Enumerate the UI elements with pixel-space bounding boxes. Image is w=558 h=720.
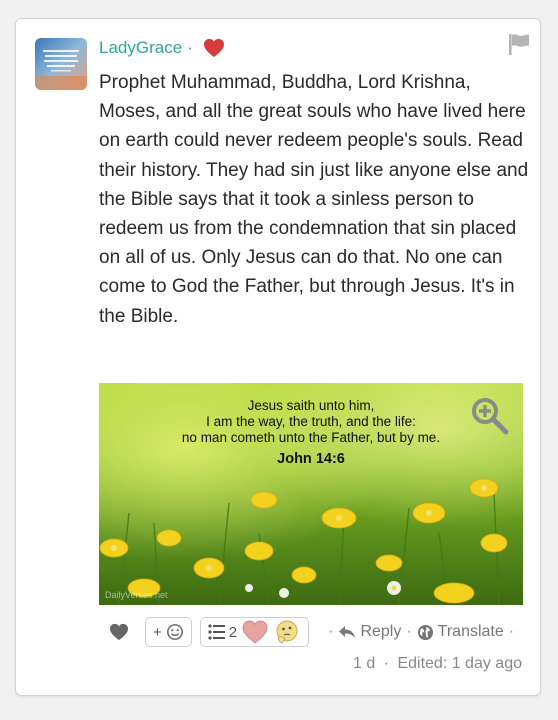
avatar[interactable] bbox=[35, 38, 87, 90]
image-verse-line-2: I am the way, the truth, and the life: bbox=[206, 414, 416, 429]
translate-label: Translate bbox=[437, 623, 504, 640]
separator-dot: · bbox=[406, 623, 412, 640]
post-meta: 1 d · Edited: 1 day ago bbox=[353, 655, 522, 673]
post-text: Prophet Muhammad, Buddha, Lord Krishna, … bbox=[99, 72, 529, 327]
smiley-icon bbox=[166, 624, 183, 640]
heart-outline-icon bbox=[110, 623, 128, 641]
add-reaction-button[interactable]: + bbox=[145, 617, 192, 647]
edited-label: Edited: 1 day ago bbox=[397, 655, 522, 672]
image-verse-line-3: no man cometh unto the Father, but by me… bbox=[181, 430, 441, 445]
author-row: LadyGrace · bbox=[99, 34, 225, 62]
image-verse-reference: John 14:6 bbox=[277, 451, 345, 467]
add-reaction-label: + bbox=[153, 623, 162, 641]
reactions-list-button[interactable]: 2 bbox=[199, 617, 310, 647]
reply-arrow-icon bbox=[339, 626, 356, 638]
flag-icon[interactable] bbox=[506, 31, 532, 62]
reply-label: Reply bbox=[360, 623, 402, 640]
thinking-emoji-icon bbox=[276, 620, 298, 644]
image-verse-line-1: Jesus saith unto him, bbox=[247, 398, 375, 413]
zoom-in-icon[interactable] bbox=[469, 395, 511, 437]
globe-icon bbox=[417, 624, 433, 640]
action-bar: + 2 · Reply · Translate · bbox=[109, 616, 529, 648]
reactions-count: 2 bbox=[228, 623, 238, 641]
secondary-actions: · Reply · Translate · bbox=[323, 623, 519, 641]
heart-icon bbox=[203, 38, 225, 58]
translate-button[interactable]: Translate bbox=[417, 623, 504, 641]
heart-reaction-icon bbox=[242, 620, 268, 644]
reply-button[interactable]: Reply bbox=[338, 623, 401, 641]
like-button[interactable] bbox=[109, 623, 129, 641]
separator-dot: · bbox=[328, 623, 334, 640]
list-icon bbox=[208, 624, 225, 640]
author-separator: · bbox=[187, 38, 193, 57]
comment-card: LadyGrace · Prophet Muhammad, Buddha, Lo… bbox=[15, 18, 541, 696]
meta-separator: · bbox=[383, 655, 389, 672]
image-watermark: DailyVerses.net bbox=[105, 590, 168, 600]
post-time[interactable]: 1 d bbox=[353, 655, 375, 672]
author-name[interactable]: LadyGrace bbox=[99, 38, 182, 58]
separator-dot: · bbox=[508, 623, 515, 640]
post-image[interactable]: Jesus saith unto him, I am the way, the … bbox=[99, 383, 523, 605]
